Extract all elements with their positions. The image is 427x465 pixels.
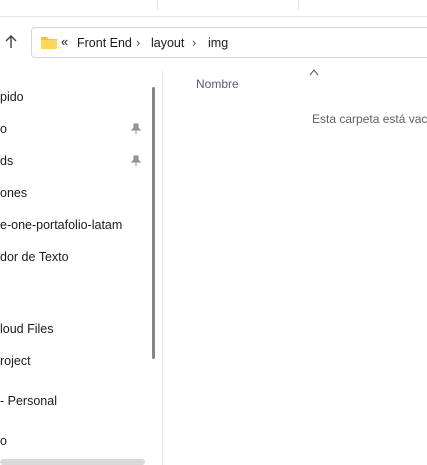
address-bar[interactable]: « Front End › layout › img	[31, 27, 427, 58]
sidebar-item[interactable]: pido	[0, 86, 24, 108]
toolbar-divider	[298, 0, 299, 10]
sidebar-horizontal-scrollbar[interactable]	[0, 459, 145, 465]
sidebar-item[interactable]: o	[0, 430, 7, 452]
arrow-up-icon	[5, 35, 17, 48]
chevron-right-icon[interactable]: ›	[192, 35, 196, 50]
pin-icon[interactable]	[130, 155, 142, 167]
column-header-name[interactable]: Nombre	[196, 77, 239, 91]
breadcrumb-overflow[interactable]: «	[61, 34, 68, 49]
sidebar-item[interactable]: ones	[0, 182, 27, 204]
sidebar-item[interactable]: dor de Texto	[0, 246, 69, 268]
sort-up-icon	[309, 69, 319, 76]
toolbar-divider	[157, 0, 158, 10]
empty-folder-message: Esta carpeta está vacía.	[312, 112, 427, 126]
chevron-right-icon[interactable]: ›	[136, 35, 140, 50]
sidebar-item[interactable]: loud Files	[0, 318, 54, 340]
pane-divider[interactable]	[162, 70, 163, 465]
folder-icon	[41, 37, 57, 49]
breadcrumb-img[interactable]: img	[208, 36, 228, 50]
sidebar-item[interactable]: roject	[0, 350, 31, 372]
breadcrumb-layout[interactable]: layout	[151, 36, 184, 50]
pin-icon[interactable]	[130, 123, 142, 135]
toolbar-strip	[0, 0, 427, 17]
breadcrumb-front-end[interactable]: Front End	[77, 36, 132, 50]
sidebar-item[interactable]: o	[0, 118, 7, 140]
sidebar-item[interactable]: ds	[0, 150, 13, 172]
sidebar-item[interactable]: e-one-portafolio-latam	[0, 214, 122, 236]
up-button[interactable]	[0, 30, 22, 54]
sidebar-item[interactable]: - Personal	[0, 390, 57, 412]
sidebar-scrollbar[interactable]	[152, 87, 155, 359]
